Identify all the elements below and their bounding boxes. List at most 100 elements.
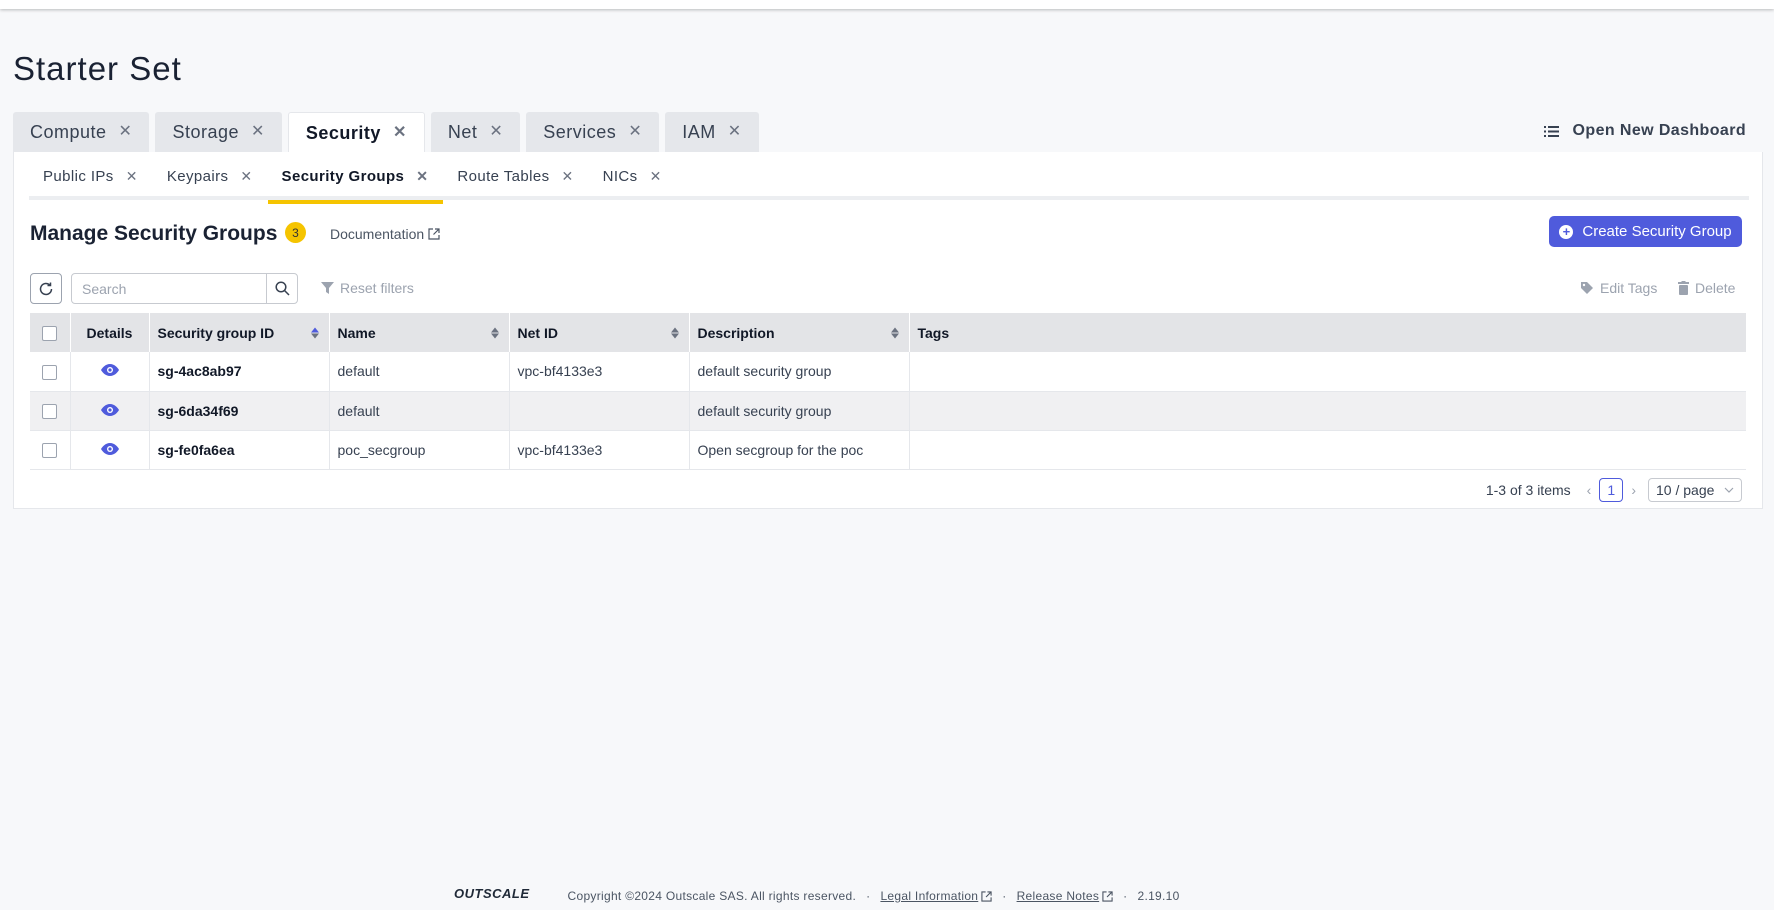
legal-information-link[interactable]: Legal Information xyxy=(880,889,992,903)
subtab-nics[interactable]: NICs ✕ xyxy=(589,152,677,200)
net-id-cell xyxy=(508,391,689,431)
close-icon[interactable]: ✕ xyxy=(416,169,428,183)
column-header-name[interactable]: Name xyxy=(328,313,509,352)
eye-icon[interactable] xyxy=(100,403,119,416)
edit-tags-button[interactable]: Edit Tags xyxy=(1580,280,1657,296)
external-link-icon xyxy=(1102,890,1113,902)
eye-icon[interactable] xyxy=(100,442,119,455)
close-icon[interactable]: ✕ xyxy=(251,124,265,140)
create-security-group-button[interactable]: + Create Security Group xyxy=(1549,216,1742,247)
next-page-icon[interactable]: › xyxy=(1631,482,1636,498)
tab-label: Compute xyxy=(30,121,107,142)
close-icon[interactable]: ✕ xyxy=(126,169,138,183)
refresh-button[interactable] xyxy=(30,273,62,304)
subtab-public-ips[interactable]: Public IPs ✕ xyxy=(29,152,153,200)
delete-button[interactable]: Delete xyxy=(1678,280,1735,296)
subtab-security-groups[interactable]: Security Groups ✕ xyxy=(267,152,444,204)
close-icon[interactable]: ✕ xyxy=(650,169,662,183)
select-all-cell xyxy=(30,313,70,352)
subtab-label: Keypairs xyxy=(166,167,229,185)
column-header-details: Details xyxy=(69,313,149,352)
column-header-security-group-id[interactable]: Security group ID xyxy=(148,313,329,352)
search-button[interactable] xyxy=(266,274,297,303)
row-checkbox[interactable] xyxy=(42,442,58,458)
footer-separator: · xyxy=(866,889,871,903)
column-label: Description xyxy=(697,324,775,341)
column-header-tags: Tags xyxy=(908,313,1746,352)
tags-cell xyxy=(908,430,1746,470)
close-icon[interactable]: ✕ xyxy=(393,125,407,141)
column-label: Net ID xyxy=(517,324,558,341)
external-link-icon xyxy=(981,890,992,902)
subtab-label: Public IPs xyxy=(43,167,114,185)
column-label: Name xyxy=(337,324,376,341)
tags-cell xyxy=(908,391,1746,431)
tab-compute[interactable]: Compute ✕ xyxy=(13,112,150,152)
sort-icon[interactable] xyxy=(490,327,499,338)
column-header-net-id[interactable]: Net ID xyxy=(508,313,689,352)
tab-label: Net xyxy=(447,121,478,142)
close-icon[interactable]: ✕ xyxy=(240,169,252,183)
tab-security[interactable]: Security ✕ xyxy=(287,112,425,153)
reset-filters-button[interactable]: Reset filters xyxy=(321,280,414,296)
plus-circle-icon: + xyxy=(1559,224,1574,239)
refresh-icon xyxy=(39,282,53,295)
search-input[interactable] xyxy=(72,274,266,303)
sort-icon[interactable] xyxy=(890,327,899,338)
content-panel: Public IPs ✕ Keypairs ✕ Security Groups … xyxy=(13,152,1763,509)
release-notes-link[interactable]: Release Notes xyxy=(1017,889,1114,903)
create-label: Create Security Group xyxy=(1582,223,1732,240)
tab-net[interactable]: Net ✕ xyxy=(430,112,521,152)
sort-icon[interactable] xyxy=(670,327,679,338)
close-icon[interactable]: ✕ xyxy=(489,124,503,140)
subtab-label: Security Groups xyxy=(281,167,405,185)
row-checkbox[interactable] xyxy=(42,364,58,380)
page-title: Starter Set xyxy=(13,50,182,87)
tab-storage[interactable]: Storage ✕ xyxy=(155,112,282,152)
subtab-keypairs[interactable]: Keypairs ✕ xyxy=(153,152,268,200)
sort-icon[interactable] xyxy=(310,327,319,338)
close-icon[interactable]: ✕ xyxy=(628,124,642,140)
tab-iam[interactable]: IAM ✕ xyxy=(665,112,759,152)
tab-label: Services xyxy=(543,121,617,142)
description-cell: default security group xyxy=(688,391,909,431)
column-header-description[interactable]: Description xyxy=(688,313,909,352)
tab-services[interactable]: Services ✕ xyxy=(526,112,660,152)
net-id-cell: vpc-bf4133e3 xyxy=(508,352,689,392)
version-text: 2.19.10 xyxy=(1137,889,1180,903)
close-icon[interactable]: ✕ xyxy=(561,169,573,183)
close-icon[interactable]: ✕ xyxy=(728,124,742,140)
select-all-checkbox[interactable] xyxy=(42,325,58,341)
release-notes-label: Release Notes xyxy=(1016,889,1100,903)
documentation-link[interactable]: Documentation xyxy=(330,226,440,242)
trash-icon xyxy=(1678,281,1689,295)
subtab-route-tables[interactable]: Route Tables ✕ xyxy=(443,152,588,200)
pagination: 1-3 of 3 items ‹ 1 › 10 / page xyxy=(1486,478,1742,502)
tag-icon xyxy=(1581,282,1593,294)
open-new-dashboard-button[interactable]: Open New Dashboard xyxy=(1543,122,1746,140)
eye-icon[interactable] xyxy=(100,364,119,377)
row-checkbox[interactable] xyxy=(42,403,58,419)
prev-page-icon[interactable]: ‹ xyxy=(1587,482,1592,498)
documentation-label: Documentation xyxy=(330,226,425,242)
chevron-down-icon xyxy=(1724,487,1734,493)
tab-label: Security xyxy=(305,122,381,143)
filter-icon xyxy=(321,282,334,294)
row-select-cell xyxy=(30,391,70,431)
close-icon[interactable]: ✕ xyxy=(119,124,133,140)
edit-tags-label: Edit Tags xyxy=(1600,280,1658,296)
tags-cell xyxy=(908,352,1746,392)
footer-separator: · xyxy=(1002,889,1007,903)
security-group-id-cell: sg-fe0fa6ea xyxy=(148,430,329,470)
tab-label: IAM xyxy=(682,121,716,142)
pagination-summary: 1-3 of 3 items xyxy=(1485,482,1571,498)
page-1-button[interactable]: 1 xyxy=(1599,478,1624,502)
count-badge: 3 xyxy=(285,222,306,243)
page-size-value: 10 / page xyxy=(1656,482,1715,498)
page-size-select[interactable]: 10 / page xyxy=(1648,478,1742,502)
name-cell: default xyxy=(328,391,509,431)
copyright-text: Copyright ©2024 Outscale SAS. All rights… xyxy=(567,889,857,903)
search-icon xyxy=(274,281,290,296)
description-cell: Open secgroup for the poc xyxy=(688,430,909,470)
section-title: Manage Security Groups xyxy=(30,222,278,245)
